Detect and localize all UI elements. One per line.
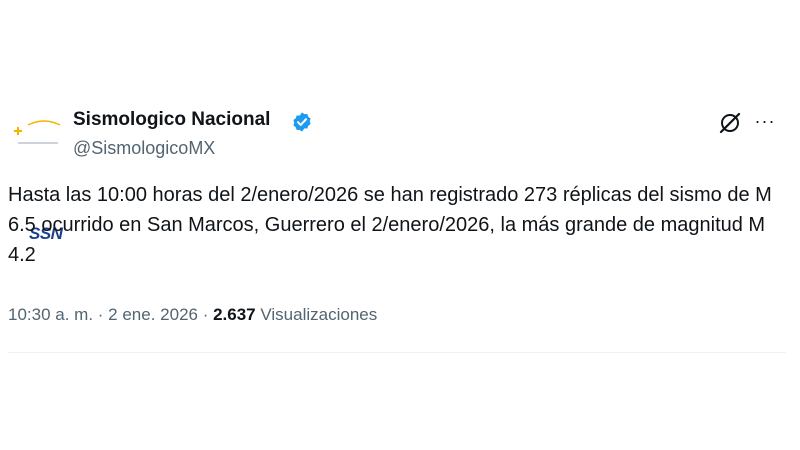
post-meta: 10:30 a. m. · 2 ene. 2026 · 2.637 Visual…	[8, 303, 377, 327]
ssn-logo-icon	[14, 120, 61, 144]
author-display-name[interactable]: Sismologico Nacional	[73, 109, 270, 131]
views-label: Visualizaciones	[260, 305, 378, 324]
divider	[8, 352, 786, 353]
post-time[interactable]: 10:30 a. m.	[8, 305, 93, 324]
post-date[interactable]: 2 ene. 2026	[108, 305, 198, 324]
grok-icon[interactable]	[717, 110, 743, 136]
meta-separator: ·	[93, 305, 109, 324]
views-count: 2.637	[213, 305, 256, 324]
meta-separator: ·	[197, 305, 214, 324]
tweet: SSN Sismologico Nacional @SismologicoMX …	[0, 0, 800, 450]
author-handle[interactable]: @SismologicoMX	[73, 137, 215, 159]
more-options-button[interactable]: ···	[752, 108, 778, 134]
avatar[interactable]: SSN	[8, 103, 64, 242]
verified-badge-icon	[293, 112, 311, 132]
post-text: Hasta las 10:00 horas del 2/enero/2026 s…	[8, 184, 772, 266]
